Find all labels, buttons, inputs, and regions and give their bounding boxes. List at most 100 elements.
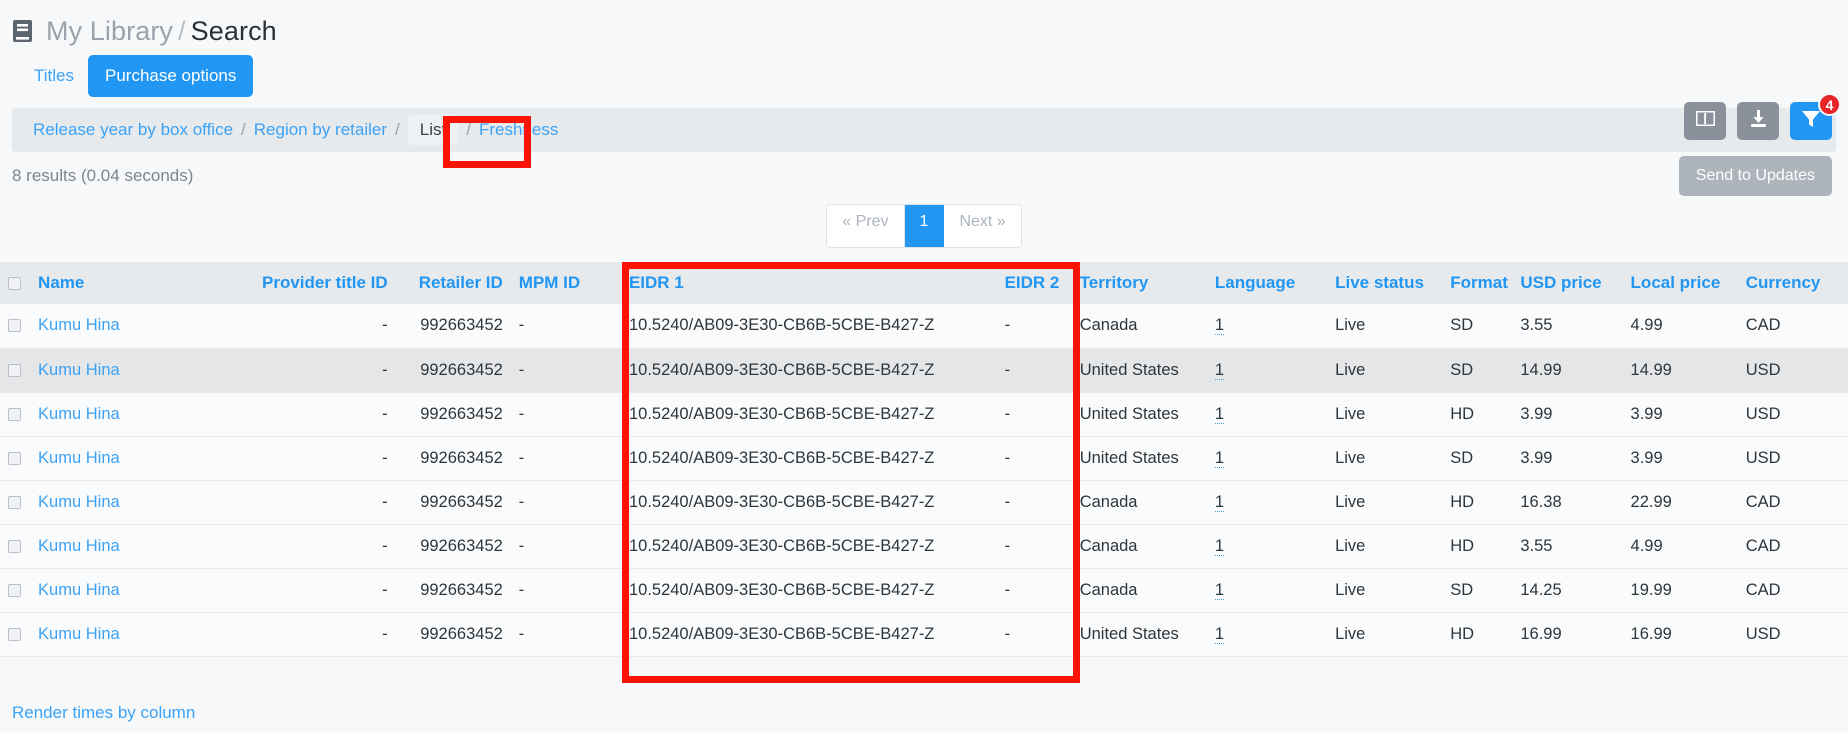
title-link[interactable]: Kumu Hina (38, 537, 120, 555)
cell-local-price: 4.99 (1630, 316, 1663, 335)
cell-name: Kumu Hina (30, 436, 240, 480)
cell-name: Kumu Hina (30, 480, 240, 524)
column-header-eidr-1[interactable]: EIDR 1 (621, 262, 997, 304)
breadcrumb-root[interactable]: My Library (46, 16, 173, 46)
cell-retailer-id: 992663452 (420, 580, 503, 599)
cell-mpm-id: - (518, 492, 525, 511)
select-all-checkbox[interactable] (8, 277, 21, 291)
table-head: Name Provider title ID Retailer ID MPM I… (0, 262, 1848, 304)
cell-retailer-id: 992663452 (420, 448, 503, 467)
breadcrumb-item-region-by-retailer[interactable]: Region by retailer (254, 120, 387, 140)
cell-provider-title-id: - (382, 624, 388, 643)
cell-name: Kumu Hina (30, 524, 240, 568)
cell-eidr1: 10.5240/AB09-3E30-CB6B-5CBE-B427-Z (628, 536, 935, 555)
row-select-checkbox[interactable] (8, 319, 21, 333)
breadcrumb-nav-separator: / (241, 120, 246, 139)
language-count-link[interactable]: 1 (1214, 580, 1225, 600)
title-link[interactable]: Kumu Hina (38, 581, 120, 599)
book-icon (12, 19, 34, 43)
table-row[interactable]: Kumu Hina -992663452-10.5240/AB09-3E30-CB… (0, 348, 1848, 392)
column-header-language[interactable]: Language (1207, 262, 1327, 304)
cell-currency: CAD (1745, 580, 1781, 599)
tab-titles[interactable]: Titles (20, 56, 88, 96)
cell-eidr2: - (1004, 492, 1011, 511)
language-count-link[interactable]: 1 (1214, 624, 1225, 644)
title-link[interactable]: Kumu Hina (38, 316, 120, 334)
column-header-currency[interactable]: Currency (1738, 262, 1848, 304)
title-link[interactable]: Kumu Hina (38, 449, 120, 467)
row-select-checkbox[interactable] (8, 627, 21, 641)
row-select-checkbox[interactable] (8, 495, 21, 509)
filter-button[interactable]: 4 (1790, 93, 1841, 140)
pagination-page-1[interactable]: 1 (904, 205, 945, 247)
cell-currency: CAD (1745, 316, 1781, 335)
cell-format: HD (1450, 536, 1475, 555)
row-select-cell (0, 304, 30, 348)
cell-mpm-id: - (518, 404, 525, 423)
breadcrumb-item-release-year[interactable]: Release year by box office (33, 120, 233, 140)
cell-eidr2: - (1004, 536, 1011, 555)
cell-provider-title-id: - (382, 404, 388, 423)
row-select-cell (0, 480, 30, 524)
language-count-link[interactable]: 1 (1214, 316, 1225, 336)
send-to-updates-button[interactable]: Send to Updates (1678, 156, 1832, 196)
column-header-local-price[interactable]: Local price (1623, 262, 1738, 304)
breadcrumb-item-freshness[interactable]: Freshness (479, 120, 558, 140)
title-link[interactable]: Kumu Hina (38, 361, 120, 379)
cell-territory: United States (1079, 360, 1179, 379)
columns-layout-icon (1695, 110, 1715, 131)
column-header-live-status[interactable]: Live status (1327, 262, 1442, 304)
render-times-link[interactable]: Render times by column (12, 703, 195, 723)
row-select-checkbox[interactable] (8, 451, 21, 465)
table-row[interactable]: Kumu Hina -992663452-10.5240/AB09-3E30-CB… (0, 568, 1848, 612)
cell-language: 1 (1207, 612, 1327, 656)
table-row[interactable]: Kumu Hina -992663452-10.5240/AB09-3E30-CB… (0, 612, 1848, 656)
pagination-next[interactable]: Next » (944, 205, 1020, 247)
column-header-eidr-2[interactable]: EIDR 2 (997, 262, 1072, 304)
table-row[interactable]: Kumu Hina -992663452-10.5240/AB09-3E30-CB… (0, 524, 1848, 568)
language-count-link[interactable]: 1 (1214, 492, 1225, 512)
column-header-usd-price[interactable]: USD price (1512, 262, 1622, 304)
cell-provider-title-id: - (382, 448, 388, 467)
page-header: My Library / Search (0, 0, 1848, 50)
results-table: Name Provider title ID Retailer ID MPM I… (0, 262, 1848, 657)
table-row[interactable]: Kumu Hina -992663452-10.5240/AB09-3E30-CB… (0, 392, 1848, 436)
column-header-format[interactable]: Format (1442, 262, 1512, 304)
column-header-provider-title-id[interactable]: Provider title ID (240, 262, 395, 304)
row-select-checkbox[interactable] (8, 363, 21, 377)
table-row[interactable]: Kumu Hina -992663452-10.5240/AB09-3E30-CB… (0, 304, 1848, 348)
language-count-link[interactable]: 1 (1214, 536, 1225, 556)
language-count-link[interactable]: 1 (1214, 448, 1225, 468)
breadcrumb-item-list[interactable]: List (407, 115, 459, 145)
tab-purchase-options[interactable]: Purchase options (88, 55, 254, 97)
cell-format: SD (1450, 448, 1474, 467)
cell-language: 1 (1207, 436, 1327, 480)
column-header-mpm-id[interactable]: MPM ID (511, 262, 621, 304)
table-row[interactable]: Kumu Hina -992663452-10.5240/AB09-3E30-CB… (0, 436, 1848, 480)
breadcrumb-current: Search (190, 15, 277, 46)
cell-eidr1: 10.5240/AB09-3E30-CB6B-5CBE-B427-Z (628, 316, 935, 335)
cell-eidr2: - (1004, 624, 1011, 643)
title-link[interactable]: Kumu Hina (38, 405, 120, 423)
cell-local-price: 3.99 (1630, 448, 1663, 467)
columns-layout-button[interactable] (1684, 102, 1726, 140)
cell-mpm-id: - (518, 316, 525, 335)
title-link[interactable]: Kumu Hina (38, 625, 120, 643)
pagination-prev[interactable]: « Prev (827, 205, 905, 247)
cell-eidr2: - (1004, 404, 1011, 423)
cell-language: 1 (1207, 304, 1327, 348)
column-header-name[interactable]: Name (30, 262, 240, 304)
column-header-territory[interactable]: Territory (1072, 262, 1207, 304)
download-button[interactable] (1737, 102, 1779, 140)
cell-name: Kumu Hina (30, 568, 240, 612)
language-count-link[interactable]: 1 (1214, 360, 1225, 380)
table-row[interactable]: Kumu Hina -992663452-10.5240/AB09-3E30-CB… (0, 480, 1848, 524)
row-select-cell (0, 524, 30, 568)
row-select-checkbox[interactable] (8, 539, 21, 553)
column-header-retailer-id[interactable]: Retailer ID (396, 262, 511, 304)
title-link[interactable]: Kumu Hina (38, 493, 120, 511)
language-count-link[interactable]: 1 (1214, 404, 1225, 424)
cell-format: HD (1450, 624, 1475, 643)
row-select-checkbox[interactable] (8, 583, 21, 597)
row-select-checkbox[interactable] (8, 407, 21, 421)
